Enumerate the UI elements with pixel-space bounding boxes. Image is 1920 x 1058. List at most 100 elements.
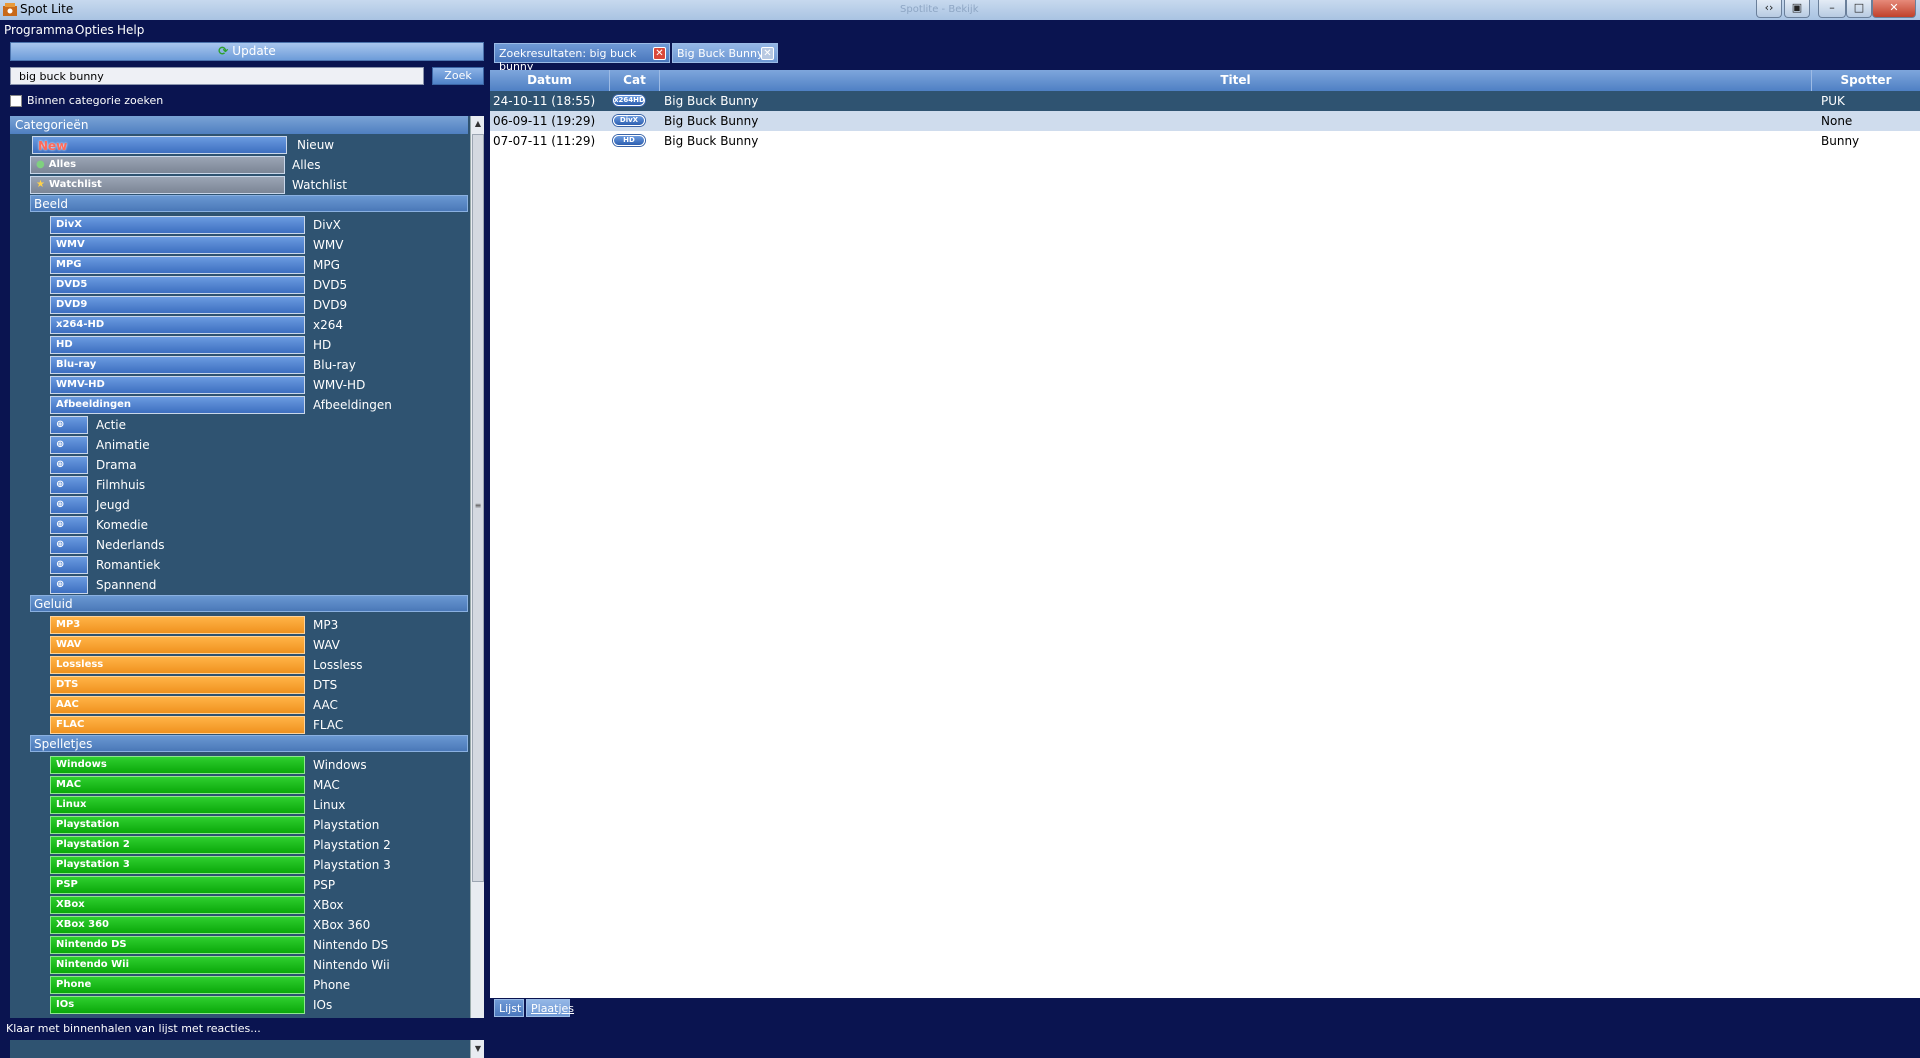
- category-tag[interactable]: XBox 360: [50, 916, 305, 934]
- category-tag[interactable]: Linux: [50, 796, 305, 814]
- back-forward-icon[interactable]: ‹›: [1756, 0, 1782, 18]
- category-item[interactable]: Blu-ray Blu-ray: [10, 355, 468, 375]
- category-item[interactable]: Lossless Lossless: [10, 655, 468, 675]
- category-tag[interactable]: MAC: [50, 776, 305, 794]
- category-tag[interactable]: Afbeeldingen: [50, 396, 305, 414]
- category-tag[interactable]: Nintendo DS: [50, 936, 305, 954]
- category-item[interactable]: HD HD: [10, 335, 468, 355]
- category-item[interactable]: Playstation Playstation: [10, 815, 468, 835]
- close-icon[interactable]: ✕: [653, 47, 666, 60]
- genre-item[interactable]: ⊕ Actie: [10, 415, 468, 435]
- scroll-down-icon[interactable]: ▼: [472, 1042, 484, 1056]
- category-tag[interactable]: PSP: [50, 876, 305, 894]
- column-cat[interactable]: Cat: [610, 70, 660, 91]
- category-item[interactable]: Playstation 2 Playstation 2: [10, 835, 468, 855]
- category-item[interactable]: WMV WMV: [10, 235, 468, 255]
- genre-item[interactable]: ⊕ Komedie: [10, 515, 468, 535]
- genre-item[interactable]: ⊕ Drama: [10, 455, 468, 475]
- category-tag[interactable]: Playstation: [50, 816, 305, 834]
- category-tag[interactable]: DTS: [50, 676, 305, 694]
- tab-lijst[interactable]: Lijst: [494, 999, 524, 1017]
- category-tag[interactable]: DivX: [50, 216, 305, 234]
- category-tag[interactable]: AAC: [50, 696, 305, 714]
- scrollbar[interactable]: ▲ ≡ ▼: [470, 116, 484, 1058]
- category-tag[interactable]: Playstation 2: [50, 836, 305, 854]
- category-tag[interactable]: XBox: [50, 896, 305, 914]
- category-tag[interactable]: FLAC: [50, 716, 305, 734]
- category-tag[interactable]: Windows: [50, 756, 305, 774]
- category-tag[interactable]: HD: [50, 336, 305, 354]
- genre-item[interactable]: ⊕ Filmhuis: [10, 475, 468, 495]
- category-tag[interactable]: Nintendo Wii: [50, 956, 305, 974]
- genre-item[interactable]: ⊕ Jeugd: [10, 495, 468, 515]
- column-titel[interactable]: Titel: [660, 70, 1812, 91]
- genre-toggle[interactable]: ⊕: [50, 456, 88, 474]
- group-header-beeld[interactable]: Beeld: [30, 195, 468, 212]
- table-row[interactable]: 06-09-11 (19:29) DivX Big Buck Bunny Non…: [490, 111, 1920, 131]
- category-item[interactable]: XBox 360 XBox 360: [10, 915, 468, 935]
- menu-help[interactable]: Help: [117, 23, 144, 37]
- scroll-up-icon[interactable]: ▲: [472, 117, 484, 131]
- category-tag[interactable]: MP3: [50, 616, 305, 634]
- close-icon[interactable]: ✕: [761, 47, 774, 60]
- category-item-watchlist[interactable]: ★ Watchlist Watchlist: [10, 175, 468, 195]
- genre-toggle[interactable]: ⊕: [50, 436, 88, 454]
- tab-plaatjes[interactable]: Plaatjes: [526, 999, 574, 1017]
- scroll-thumb[interactable]: ≡: [472, 134, 484, 882]
- category-tag[interactable]: Lossless: [50, 656, 305, 674]
- group-header-spelletjes[interactable]: Spelletjes: [30, 735, 468, 752]
- category-tag[interactable]: ● Alles: [30, 156, 285, 174]
- category-tag[interactable]: WMV: [50, 236, 305, 254]
- category-tag[interactable]: DVD9: [50, 296, 305, 314]
- category-item[interactable]: Windows Windows: [10, 755, 468, 775]
- search-button[interactable]: Zoek: [432, 67, 484, 85]
- category-item[interactable]: x264-HD x264: [10, 315, 468, 335]
- category-tag[interactable]: IOs: [50, 996, 305, 1014]
- genre-item[interactable]: ⊕ Romantiek: [10, 555, 468, 575]
- category-item[interactable]: Playstation 3 Playstation 3: [10, 855, 468, 875]
- genre-toggle[interactable]: ⊕: [50, 536, 88, 554]
- update-button[interactable]: ⟳ Update: [10, 42, 484, 61]
- category-item[interactable]: Nintendo Wii Nintendo Wii: [10, 955, 468, 975]
- genre-toggle[interactable]: ⊕: [50, 556, 88, 574]
- category-item[interactable]: DVD5 DVD5: [10, 275, 468, 295]
- category-item[interactable]: WAV WAV: [10, 635, 468, 655]
- genre-toggle[interactable]: ⊕: [50, 496, 88, 514]
- category-tag[interactable]: MPG: [50, 256, 305, 274]
- table-row[interactable]: 24-10-11 (18:55) x264HD Big Buck Bunny P…: [490, 91, 1920, 111]
- table-row[interactable]: 07-07-11 (11:29) HD Big Buck Bunny Bunny: [490, 131, 1920, 151]
- genre-item[interactable]: ⊕ Nederlands: [10, 535, 468, 555]
- menu-programma[interactable]: Programma: [4, 23, 74, 37]
- genre-toggle[interactable]: ⊕: [50, 516, 88, 534]
- category-tag[interactable]: WAV: [50, 636, 305, 654]
- category-item[interactable]: Linux Linux: [10, 795, 468, 815]
- category-item-alles[interactable]: ● Alles Alles: [10, 155, 468, 175]
- category-tag[interactable]: DVD5: [50, 276, 305, 294]
- menu-opties[interactable]: Opties: [75, 23, 114, 37]
- category-item[interactable]: DVD9 DVD9: [10, 295, 468, 315]
- category-item[interactable]: MAC MAC: [10, 775, 468, 795]
- column-spotter[interactable]: Spotter: [1812, 70, 1920, 91]
- category-tag[interactable]: Blu-ray: [50, 356, 305, 374]
- category-tag[interactable]: ★ Watchlist: [30, 176, 285, 194]
- category-item[interactable]: Afbeeldingen Afbeeldingen: [10, 395, 468, 415]
- category-tag[interactable]: New: [32, 136, 287, 154]
- search-input[interactable]: [10, 67, 424, 85]
- category-item[interactable]: MPG MPG: [10, 255, 468, 275]
- tab-big-buck-bunny[interactable]: Big Buck Bunny ✕: [672, 43, 778, 63]
- category-search-checkbox[interactable]: [10, 95, 22, 107]
- category-tag[interactable]: WMV-HD: [50, 376, 305, 394]
- genre-toggle[interactable]: ⊕: [50, 416, 88, 434]
- restore-layout-icon[interactable]: ▣: [1784, 0, 1810, 18]
- category-item[interactable]: Nintendo DS Nintendo DS: [10, 935, 468, 955]
- maximize-button[interactable]: □: [1846, 0, 1872, 18]
- category-item[interactable]: WMV-HD WMV-HD: [10, 375, 468, 395]
- category-item[interactable]: AAC AAC: [10, 695, 468, 715]
- category-item[interactable]: FLAC FLAC: [10, 715, 468, 735]
- category-tag[interactable]: Playstation 3: [50, 856, 305, 874]
- genre-toggle[interactable]: ⊕: [50, 576, 88, 594]
- category-item[interactable]: XBox XBox: [10, 895, 468, 915]
- genre-item[interactable]: ⊕ Spannend: [10, 575, 468, 595]
- category-item-nieuw[interactable]: New Nieuw: [10, 135, 468, 155]
- tab-search-results[interactable]: Zoekresultaten: big buck bunny ✕: [494, 43, 670, 73]
